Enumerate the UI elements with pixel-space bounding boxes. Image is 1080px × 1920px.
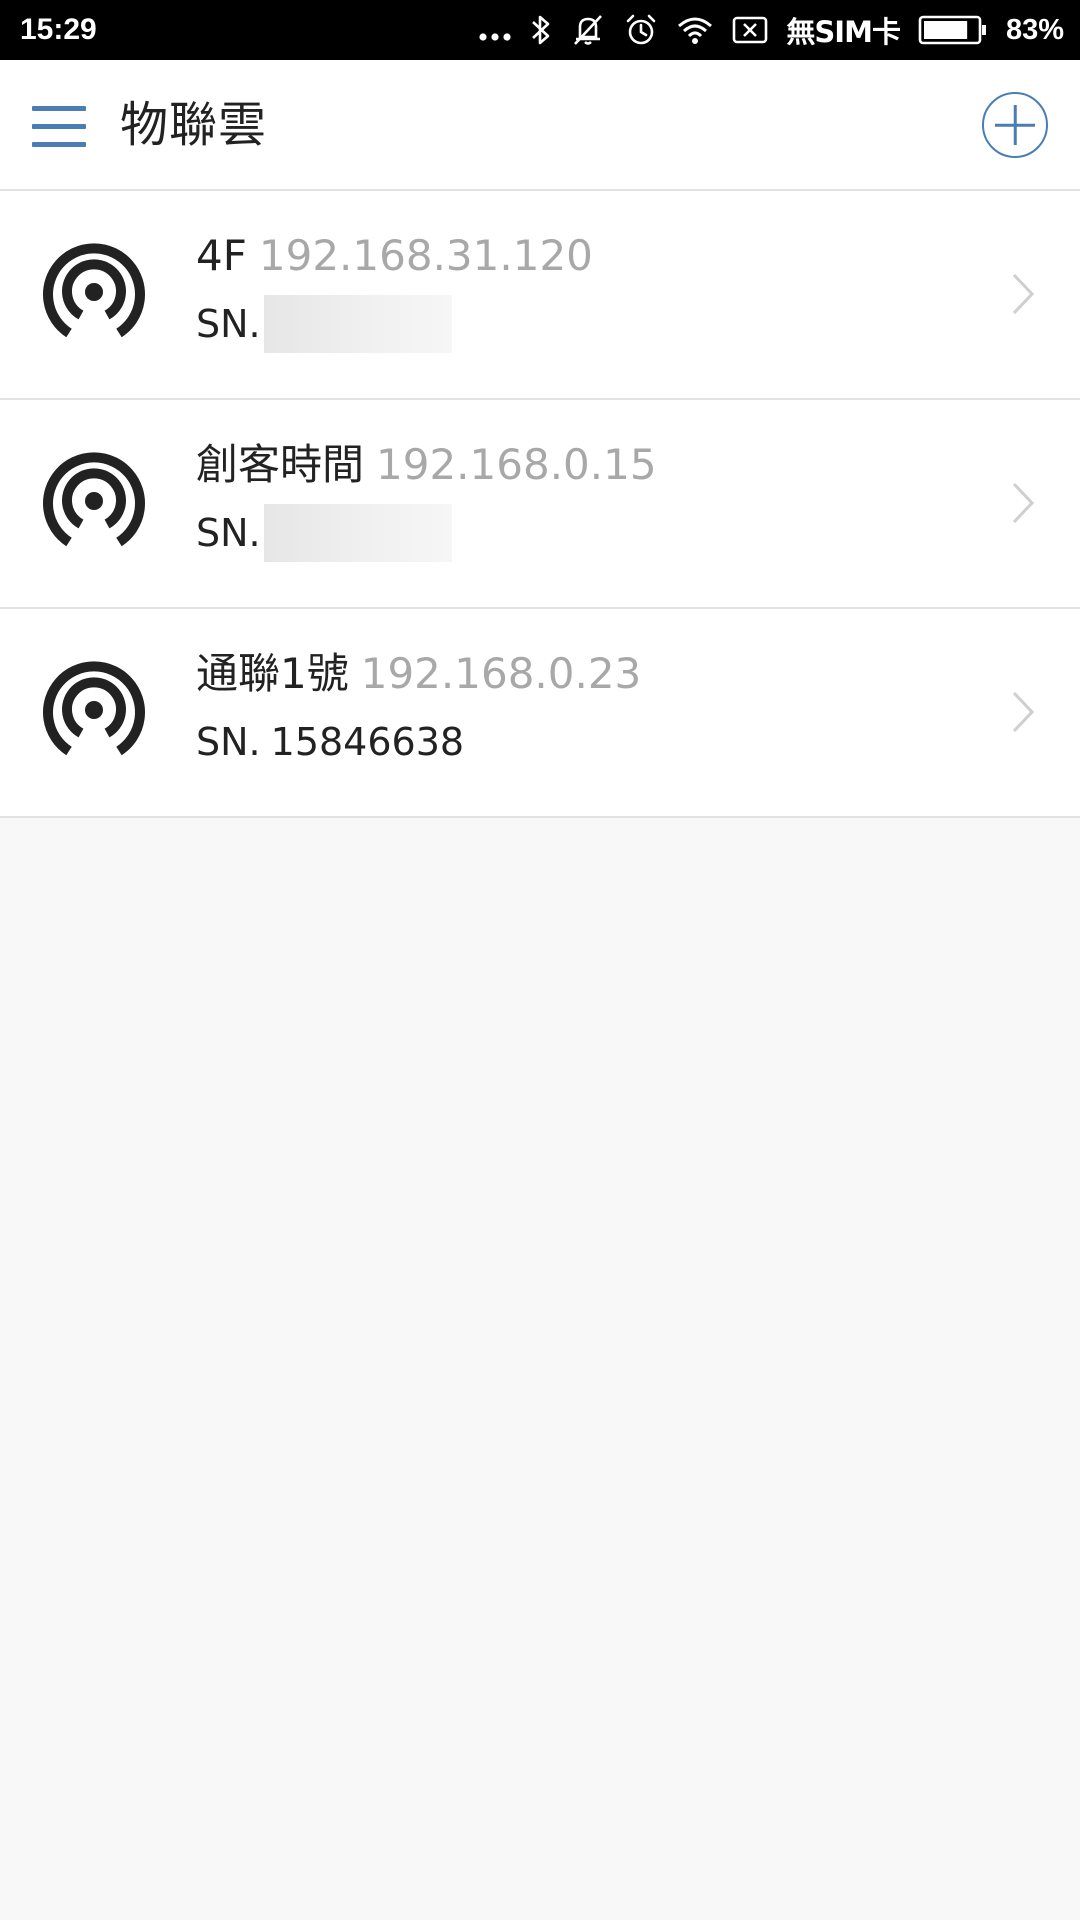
device-row-maker-time[interactable]: 創客時間 192.168.0.15 SN.	[0, 400, 1080, 609]
sn-label: SN.	[196, 511, 261, 555]
sn-label: SN.	[196, 720, 261, 764]
vibrate-off-icon	[570, 13, 606, 47]
status-bar: 15:29 無SIM卡 83%	[0, 0, 1080, 60]
sn-redacted-block	[264, 295, 452, 353]
chevron-right-icon	[1012, 482, 1034, 524]
hamburger-menu-icon[interactable]	[32, 106, 86, 147]
device-row-tonglian-1[interactable]: 通聯1號 192.168.0.23 SN. 15846638	[0, 609, 1080, 818]
more-dots-icon	[478, 15, 512, 45]
alarm-icon	[624, 13, 658, 47]
sn-label: SN.	[196, 302, 261, 346]
device-ip: 192.168.0.15	[376, 440, 657, 489]
device-title: 創客時間 192.168.0.15	[196, 434, 657, 496]
app-bar: 物聯雲	[0, 60, 1080, 191]
device-sn: SN. 15846638	[196, 713, 464, 771]
wifi-icon	[676, 15, 714, 45]
chevron-right-icon	[1012, 273, 1034, 315]
bluetooth-icon	[530, 13, 552, 47]
broadcast-icon	[43, 243, 145, 338]
chevron-right-icon	[1012, 691, 1034, 733]
device-name: 4F	[196, 231, 247, 280]
device-row-4f[interactable]: 4F 192.168.31.120 SN.	[0, 191, 1080, 400]
device-name: 創客時間	[196, 440, 365, 489]
device-title: 通聯1號 192.168.0.23	[196, 643, 641, 705]
battery-icon	[918, 15, 988, 45]
no-sim-icon	[732, 15, 768, 45]
device-name: 通聯1號	[196, 649, 349, 698]
device-title: 4F 192.168.31.120	[196, 225, 593, 287]
status-time: 15:29	[20, 13, 97, 46]
device-ip: 192.168.0.23	[360, 649, 642, 698]
device-ip: 192.168.31.120	[258, 231, 593, 280]
battery-percent: 83%	[1005, 13, 1064, 46]
device-sn: SN.	[196, 295, 452, 353]
sim-status: 無SIM卡	[786, 15, 901, 49]
page-title: 物聯雲	[120, 97, 268, 153]
add-device-button[interactable]	[982, 92, 1048, 158]
device-list: 4F 192.168.31.120 SN. 創客時間 192.168.0.15 SN…	[0, 191, 1080, 818]
broadcast-icon	[43, 452, 145, 547]
sn-redacted-block	[264, 504, 452, 562]
status-icons: 無SIM卡 83%	[478, 0, 1064, 60]
sn-value: 15846638	[270, 720, 465, 764]
device-sn: SN.	[196, 504, 452, 562]
broadcast-icon	[43, 661, 145, 756]
